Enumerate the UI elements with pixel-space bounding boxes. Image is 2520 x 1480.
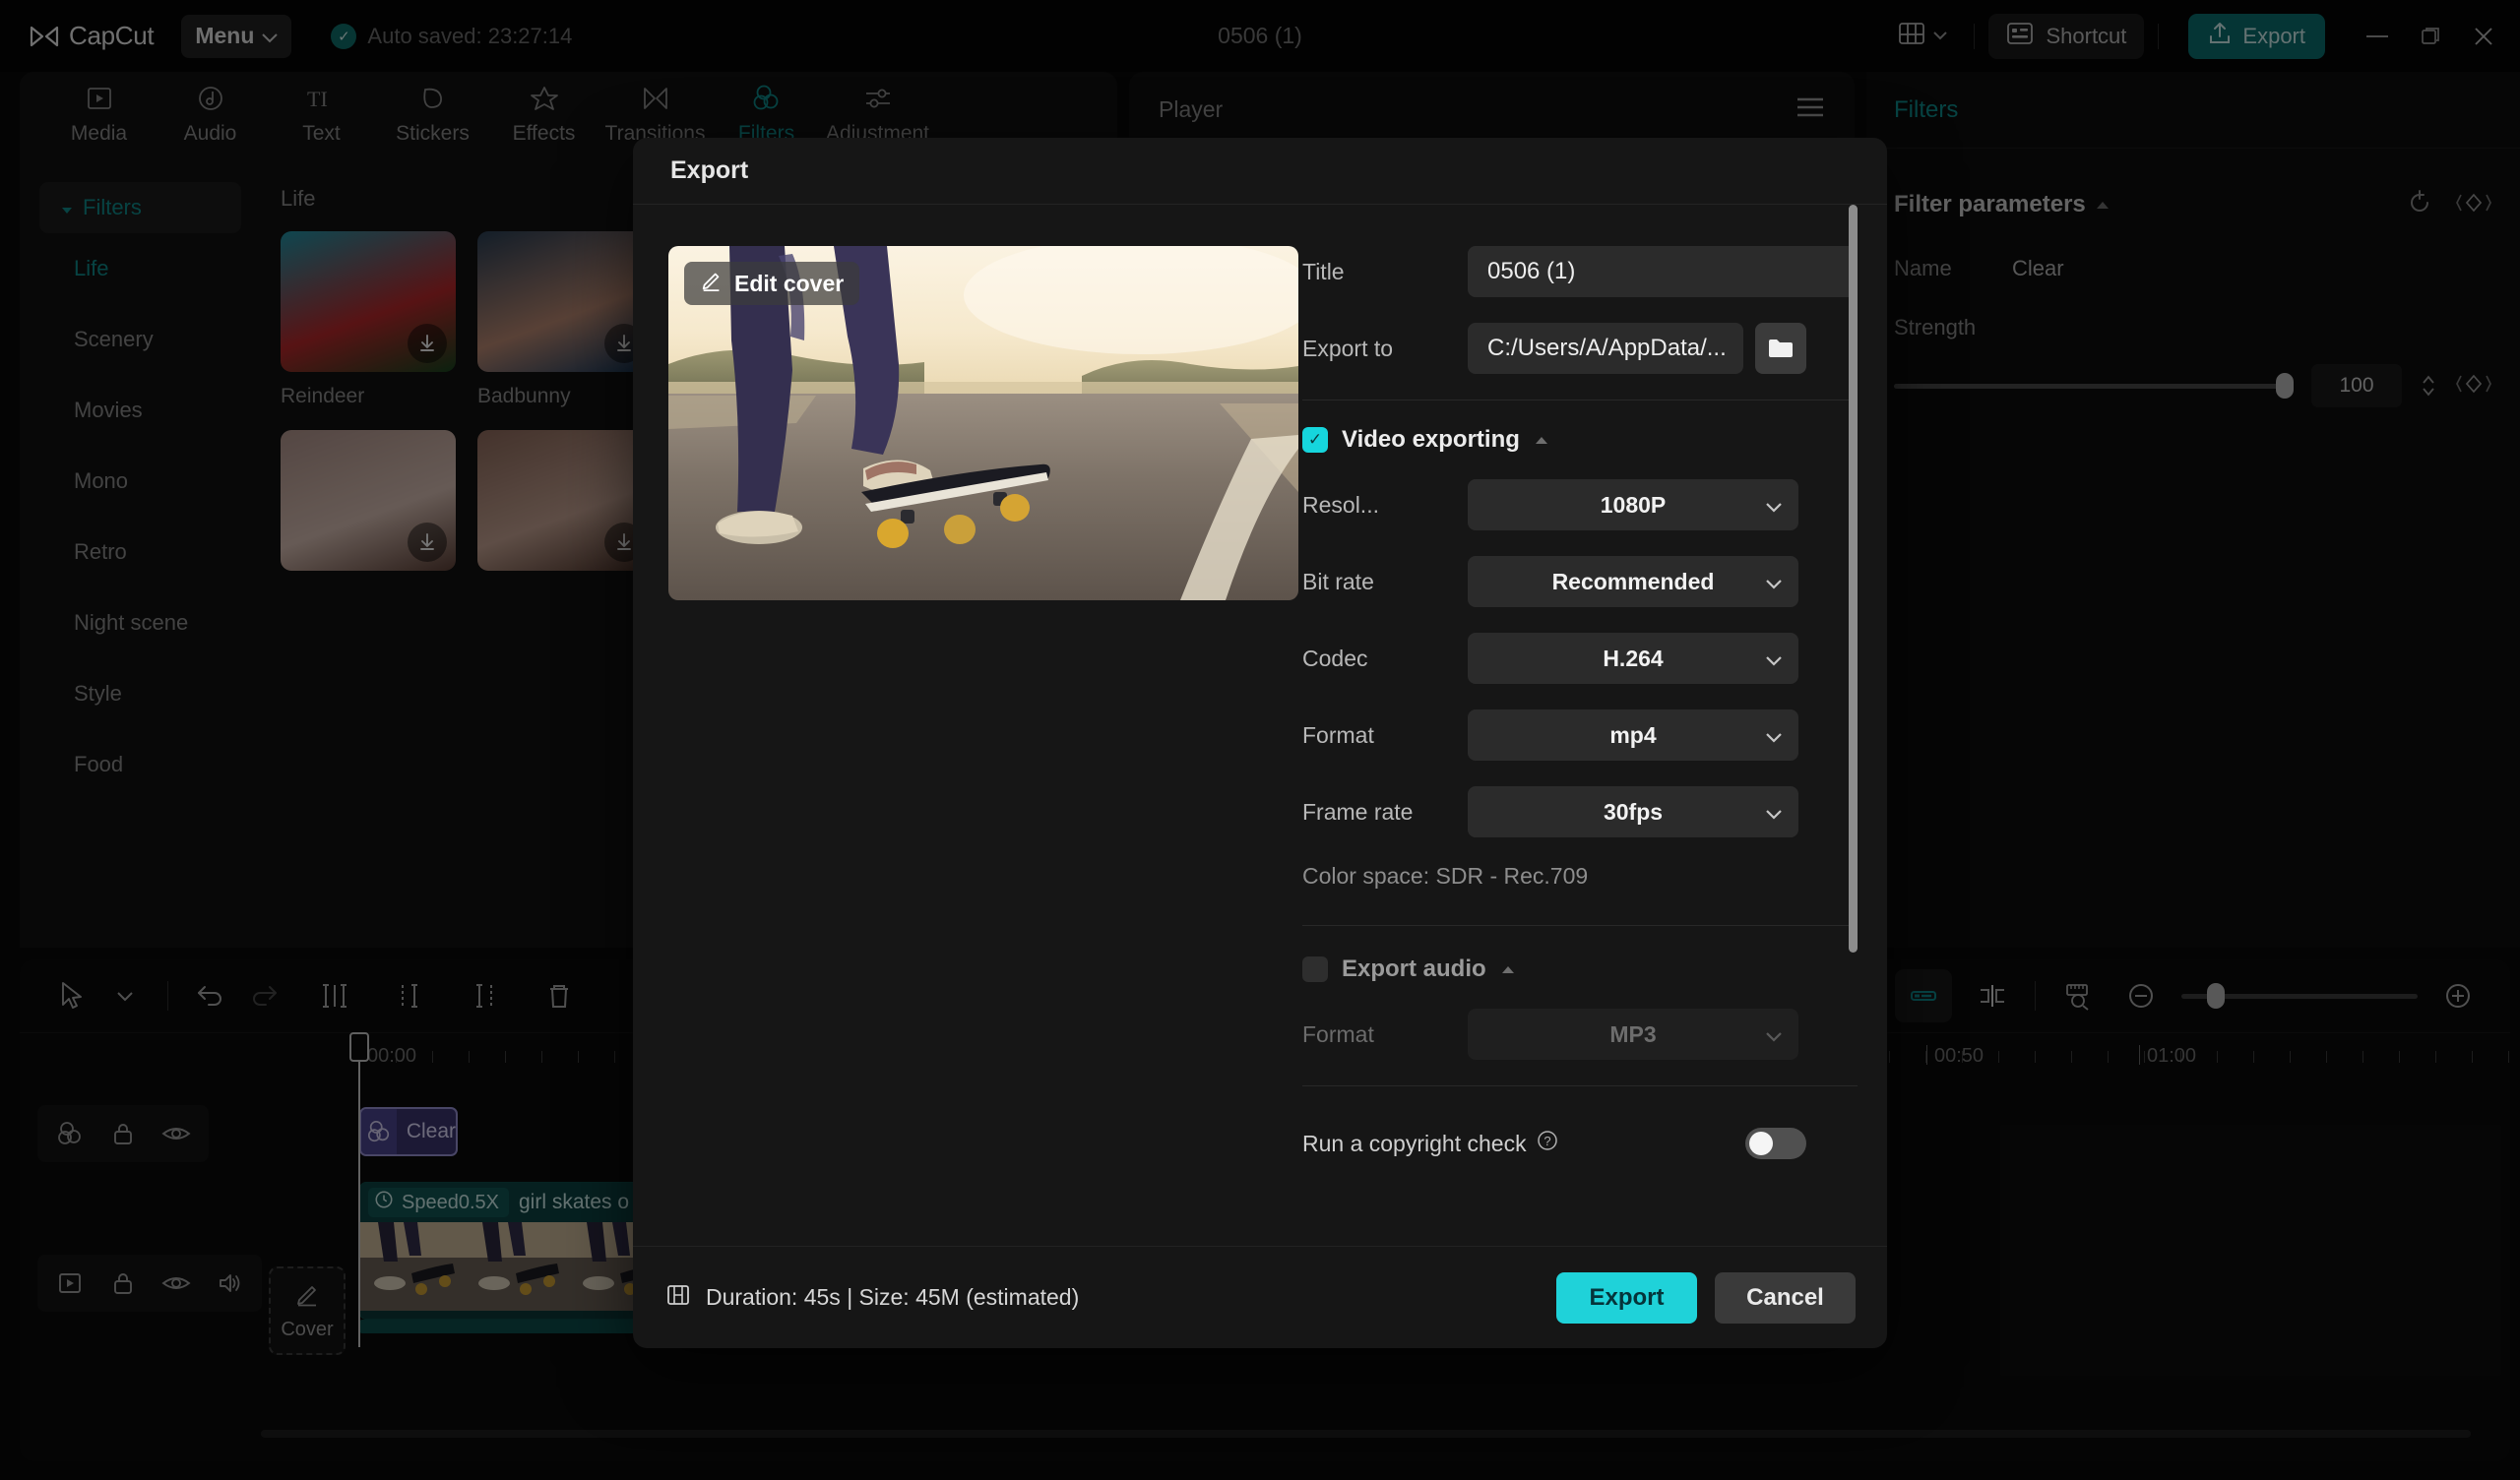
resolution-value: 1080P: [1600, 491, 1667, 518]
codec-value: H.264: [1603, 645, 1664, 671]
chevron-down-icon: [1765, 569, 1783, 595]
audio-format-row: Format MP3: [1302, 1009, 1858, 1060]
edit-cover-button[interactable]: Edit cover: [684, 262, 860, 305]
chevron-down-icon: [1765, 492, 1783, 519]
export-dialog-body: Edit cover Title 0506 (1) Export to C:/U…: [633, 205, 1887, 1277]
framerate-label: Frame rate: [1302, 798, 1414, 825]
caret-up-icon: [1500, 961, 1516, 978]
framerate-row: Frame rate 30fps: [1302, 786, 1858, 837]
export-dialog-title: Export: [633, 138, 1887, 205]
export-dialog: Export Edit cover Title 0506 (1) Export …: [633, 138, 1887, 1348]
capcut-window: CapCut Menu ✓ Auto saved: 23:27:14: [0, 0, 2520, 1480]
export-dialog-footer: Duration: 45s | Size: 45M (estimated) Ex…: [633, 1246, 1887, 1348]
framerate-value: 30fps: [1603, 798, 1664, 825]
codec-label: Codec: [1302, 645, 1368, 671]
title-label: Title: [1302, 258, 1345, 284]
audio-format-value: MP3: [1609, 1020, 1657, 1047]
format-value: mp4: [1609, 721, 1657, 748]
chevron-down-icon: [1765, 799, 1783, 826]
toggle-knob: [1749, 1132, 1773, 1155]
audio-format-label: Format: [1302, 1020, 1374, 1047]
bitrate-label: Bit rate: [1302, 568, 1374, 594]
copyright-check-label-wrap: Run a copyright check ?: [1302, 1130, 1558, 1157]
copyright-check-row: Run a copyright check ?: [1302, 1118, 1858, 1169]
export-summary: Duration: 45s | Size: 45M (estimated): [664, 1281, 1079, 1315]
pencil-icon: [700, 269, 724, 298]
title-field-row: Title 0506 (1): [1302, 246, 1858, 297]
format-label: Format: [1302, 721, 1374, 748]
color-space-note: Color space: SDR - Rec.709: [1302, 863, 1589, 889]
copyright-check-toggle[interactable]: [1745, 1128, 1806, 1159]
export-path-row: Export to C:/Users/A/AppData/...: [1302, 323, 1858, 374]
video-exporting-section-header[interactable]: ✓ Video exporting: [1302, 426, 1858, 454]
export-summary-text: Duration: 45s | Size: 45M (estimated): [706, 1284, 1080, 1310]
divider: [1302, 400, 1858, 401]
codec-select[interactable]: H.264: [1468, 633, 1798, 684]
title-input[interactable]: 0506 (1): [1468, 246, 1858, 297]
dialog-export-button[interactable]: Export: [1556, 1271, 1697, 1324]
chevron-down-icon: [1765, 722, 1783, 749]
video-exporting-checkbox[interactable]: ✓: [1302, 427, 1328, 453]
video-exporting-title: Video exporting: [1342, 426, 1520, 453]
cover-image: Edit cover: [668, 246, 1298, 600]
film-icon: [664, 1281, 692, 1315]
codec-row: Codec H.264: [1302, 633, 1858, 684]
resolution-label: Resol...: [1302, 491, 1379, 518]
folder-icon[interactable]: [1755, 323, 1806, 374]
svg-text:?: ?: [1544, 1134, 1550, 1148]
export-path-input[interactable]: C:/Users/A/AppData/...: [1468, 323, 1743, 374]
dialog-cancel-button[interactable]: Cancel: [1715, 1271, 1856, 1324]
edit-cover-label: Edit cover: [734, 270, 845, 296]
audio-format-select[interactable]: MP3: [1468, 1009, 1798, 1060]
format-select[interactable]: mp4: [1468, 709, 1798, 761]
bitrate-row: Bit rate Recommended: [1302, 556, 1858, 607]
resolution-row: Resol... 1080P: [1302, 479, 1858, 530]
divider: [1302, 1085, 1858, 1086]
dialog-scrollbar[interactable]: [1849, 205, 1858, 953]
chevron-down-icon: [1765, 646, 1783, 672]
copyright-check-label: Run a copyright check: [1302, 1130, 1527, 1156]
dialog-actions: Export Cancel: [1556, 1271, 1856, 1324]
format-row: Format mp4: [1302, 709, 1858, 761]
resolution-select[interactable]: 1080P: [1468, 479, 1798, 530]
chevron-down-icon: [1765, 1021, 1783, 1048]
export-settings-column: Title 0506 (1) Export to C:/Users/A/AppD…: [1302, 205, 1887, 1277]
export-audio-section-header[interactable]: Export audio: [1302, 956, 1858, 983]
bitrate-select[interactable]: Recommended: [1468, 556, 1798, 607]
cover-preview-column: Edit cover: [633, 246, 1302, 1277]
divider: [1302, 925, 1858, 926]
question-mark-icon[interactable]: ?: [1537, 1130, 1558, 1157]
export-audio-checkbox[interactable]: [1302, 956, 1328, 982]
caret-up-icon: [1534, 432, 1549, 449]
export-to-label: Export to: [1302, 335, 1394, 361]
framerate-select[interactable]: 30fps: [1468, 786, 1798, 837]
bitrate-value: Recommended: [1551, 568, 1715, 594]
export-audio-title: Export audio: [1342, 956, 1486, 982]
